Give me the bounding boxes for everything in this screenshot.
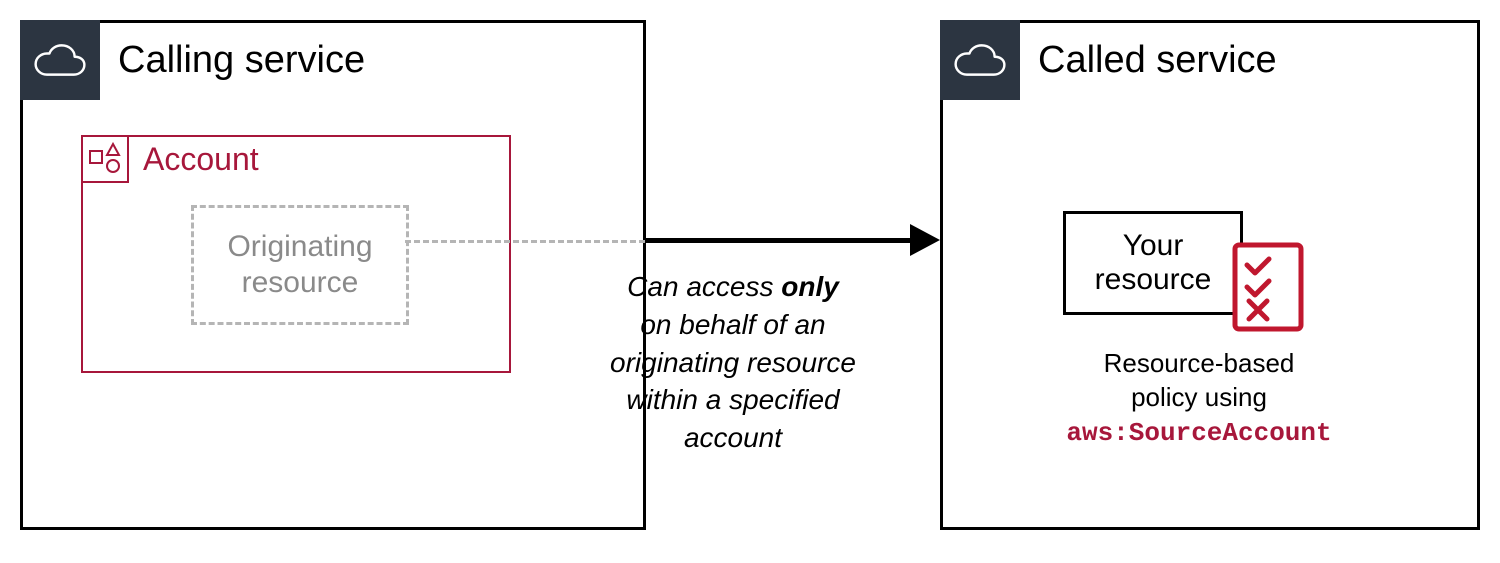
policy-line1: Resource-based — [1104, 348, 1295, 378]
account-title: Account — [143, 141, 259, 178]
caption-rest: on behalf of an originating resource wit… — [610, 309, 856, 453]
calling-service-title: Calling service — [118, 39, 365, 82]
arrow-line — [645, 238, 915, 243]
caption-prefix: Can access — [627, 271, 781, 302]
cloud-icon — [20, 20, 100, 100]
calling-service-header: Calling service — [20, 20, 365, 100]
called-service-box: Called service Your resource Resource-ba… — [940, 20, 1480, 530]
shapes-icon — [81, 135, 129, 183]
called-service-title: Called service — [1038, 39, 1277, 82]
called-service-header: Called service — [940, 20, 1277, 100]
policy-line2: policy using — [1131, 382, 1267, 412]
calling-service-box: Calling service Account Originating reso… — [20, 20, 646, 530]
dashed-connector — [405, 240, 645, 243]
account-box: Account Originating resource — [81, 135, 511, 373]
originating-resource-box: Originating resource — [191, 205, 409, 325]
cloud-icon — [940, 20, 1020, 100]
arrow-caption: Can access only on behalf of an originat… — [578, 268, 888, 457]
your-resource-box: Your resource — [1063, 211, 1243, 315]
caption-bold: only — [781, 271, 839, 302]
account-header: Account — [81, 135, 259, 183]
arrow-head-icon — [910, 224, 940, 256]
policy-key: aws:SourceAccount — [1066, 418, 1331, 448]
policy-text: Resource-based policy using aws:SourceAc… — [1039, 347, 1359, 450]
diagram-canvas: Calling service Account Originating reso… — [0, 0, 1500, 563]
policy-checklist-icon — [1227, 239, 1309, 340]
